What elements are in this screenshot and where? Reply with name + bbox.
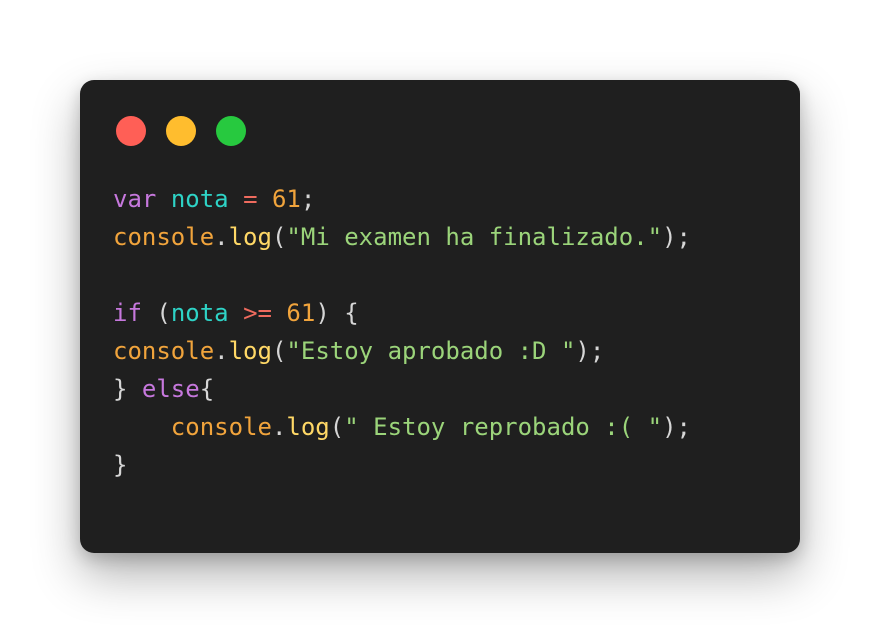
code-token-keyword: else <box>141 375 200 403</box>
code-token-plain: . <box>214 337 229 365</box>
code-token-plain: ( <box>141 299 171 327</box>
code-token-operator: >= <box>243 299 272 327</box>
code-token-keyword: if <box>113 299 142 327</box>
code-line: var nota = 61; <box>113 180 691 218</box>
code-line: } <box>113 446 691 484</box>
code-token-object: console <box>170 413 272 441</box>
code-token-string: "Mi examen ha finalizado." <box>286 223 663 251</box>
code-token-number: 61 <box>271 185 301 213</box>
code-token-variable: nota <box>170 299 229 327</box>
code-block: var nota = 61; console.log("Mi examen ha … <box>113 180 691 484</box>
maximize-button[interactable] <box>216 116 246 146</box>
code-token-number: 61 <box>286 299 316 327</box>
code-token-method: log <box>286 413 330 441</box>
code-token-plain: ); <box>662 413 692 441</box>
minimize-button[interactable] <box>166 116 196 146</box>
code-line: console.log(" Estoy reprobado :( "); <box>113 408 691 446</box>
code-token-plain: ( <box>271 223 287 251</box>
code-line: console.log("Estoy aprobado :D "); <box>113 332 691 370</box>
code-token-plain: ( <box>329 413 345 441</box>
code-token-plain: { <box>199 375 215 403</box>
code-token-method: log <box>228 337 272 365</box>
code-token-variable: nota <box>170 185 229 213</box>
code-line: if (nota >= 61) { <box>113 294 691 332</box>
code-token-plain: . <box>271 413 287 441</box>
code-token-string: " Estoy reprobado :( " <box>344 413 663 441</box>
code-token-plain: ); <box>575 337 605 365</box>
code-token-string: "Estoy aprobado :D " <box>286 337 576 365</box>
code-token-method: log <box>228 223 272 251</box>
code-token-plain: ); <box>662 223 692 251</box>
code-token-plain: ) { <box>315 299 359 327</box>
code-token-object: console <box>113 337 215 365</box>
code-token-plain: } <box>113 451 128 479</box>
code-line: } else{ <box>113 370 691 408</box>
code-token-plain: } <box>113 375 142 403</box>
code-token-operator: = <box>243 185 258 213</box>
code-line: console.log("Mi examen ha finalizado."); <box>113 218 691 256</box>
code-token-object: console <box>113 223 215 251</box>
code-token-keyword: var <box>113 185 157 213</box>
code-window: var nota = 61; console.log("Mi examen ha … <box>80 80 800 553</box>
code-token-plain: ( <box>271 337 287 365</box>
code-token-plain: ; <box>300 185 316 213</box>
close-button[interactable] <box>116 116 146 146</box>
code-token-plain: . <box>214 223 229 251</box>
